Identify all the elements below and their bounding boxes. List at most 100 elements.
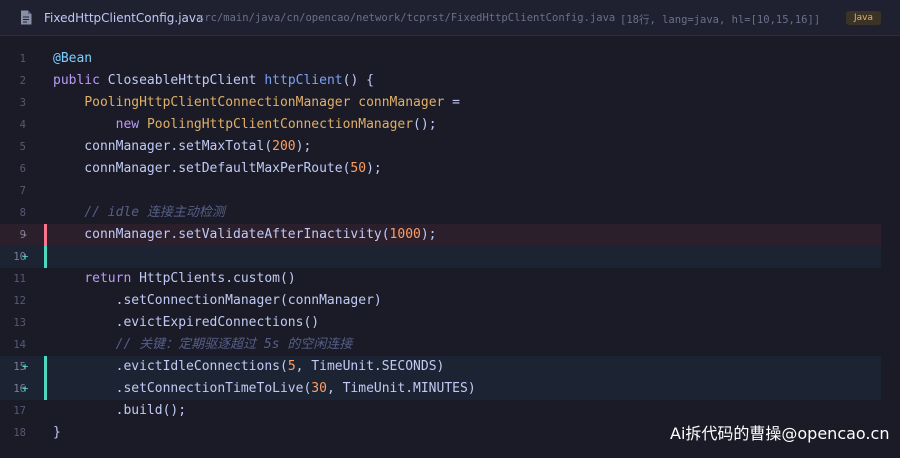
diff-mark: - [22,229,29,241]
file-path: src/main/java/cn/opencao/network/tcprst/… [198,12,616,24]
code-text: .evictIdleConnections(5, TimeUnit.SECOND… [53,356,445,378]
line-number: 13 [13,317,26,329]
code-text: @Bean [53,48,92,70]
code-token: new [115,117,140,132]
code-text: connManager.setValidateAfterInactivity(1… [53,224,437,246]
code-token: .build(); [53,403,187,418]
code-text: .evictExpiredConnections() [53,312,320,334]
code-text: connManager.setMaxTotal(200); [53,136,311,158]
code-text: PoolingHttpClientConnectionManager connM… [53,92,460,114]
code-line: 12 .setConnectionManager(connManager) [0,290,900,312]
code-token: , TimeUnit.MINUTES) [326,381,476,396]
code-token: 1000 [389,227,421,242]
code-token: .evictIdleConnections( [53,359,288,374]
code-line: 14 // 关键：定期驱逐超过 5s 的空闲连接 [0,334,900,356]
code-token: .setConnectionTimeToLive( [53,381,312,396]
code-text: connManager.setDefaultMaxPerRoute(50); [53,158,382,180]
code-text: .setConnectionTimeToLive(30, TimeUnit.MI… [53,378,476,400]
code-token: } [53,425,61,440]
line-number: 7 [19,185,26,197]
code-token: return [84,271,132,286]
added-line-marker [44,246,47,268]
code-token: 30 [311,381,327,396]
code-token: 5 [287,359,296,374]
line-number: 1 [19,53,26,65]
code-token: public [53,73,100,88]
watermark: Ai拆代码的曹操@opencao.cn [670,424,890,443]
code-token: connManager [358,95,445,110]
code-token: PoolingHttpClientConnectionManager [146,117,414,132]
code-line: 13 .evictExpiredConnections() [0,312,900,334]
code-token: ); [366,161,382,176]
code-token: @Bean [53,51,93,66]
code-token: ); [295,139,312,154]
code-token: (); [413,117,437,132]
code-token: .setConnectionManager(connManager) [53,293,382,308]
line-number: 18 [13,427,26,439]
code-token: // idle 连接主动检测 [84,205,225,220]
line-number: 4 [19,119,26,131]
code-text: .build(); [53,400,186,422]
code-line: 16 + .setConnectionTimeToLive(30, TimeUni… [0,378,881,400]
code-token: = [444,95,460,110]
code-token: connManager.setDefaultMaxPerRoute( [53,161,351,176]
code-line: 4 new PoolingHttpClientConnectionManager… [0,114,900,136]
diff-mark: + [22,251,29,263]
code-text: public CloseableHttpClient httpClient() … [53,70,374,92]
code-token: // 关键：定期驱逐超过 5s 的空闲连接 [115,337,353,352]
file-icon [20,10,32,25]
code-token: connManager.setValidateAfterInactivity( [53,227,390,242]
code-text: .setConnectionManager(connManager) [53,290,382,312]
diff-mark: + [22,383,29,395]
code-token: .evictExpiredConnections() [53,315,320,330]
line-number: 8 [19,207,26,219]
code-token: connManager.setMaxTotal( [53,139,273,154]
code-line: 10 + [0,246,881,268]
code-line: 1 @Bean [0,48,900,70]
code-token: PoolingHttpClientConnectionManager [84,95,351,110]
code-line: 5 connManager.setMaxTotal(200); [0,136,900,158]
code-line: 2 public CloseableHttpClient httpClient()… [0,70,900,92]
code-text: new PoolingHttpClientConnectionManager()… [53,114,437,136]
code-token: ); [420,227,437,242]
code-token: CloseableHttpClient [99,73,265,88]
code-text: return HttpClients.custom() [53,268,295,290]
code-view[interactable]: 1 @Bean 2 public CloseableHttpClient httpCl… [0,48,900,444]
code-token: 50 [350,161,367,176]
line-number: 6 [19,163,26,175]
line-number: 2 [19,75,26,87]
file-name[interactable]: FixedHttpClientConfig.java [44,11,203,25]
code-token: 200 [272,139,296,154]
line-number: 11 [13,273,26,285]
language-badge: Java [846,11,881,25]
code-line: 11 return HttpClients.custom() [0,268,900,290]
code-line: 3 PoolingHttpClientConnectionManager con… [0,92,900,114]
code-token: httpClient [264,73,343,88]
added-line-marker [44,356,47,378]
line-number: 17 [13,405,26,417]
code-line: 8 // idle 连接主动检测 [0,202,900,224]
added-line-marker [44,378,47,400]
editor-header: FixedHttpClientConfig.java src/main/java… [0,0,900,36]
deleted-line-marker [44,224,47,246]
code-line: 6 connManager.setDefaultMaxPerRoute(50); [0,158,900,180]
code-token: () { [342,73,374,88]
code-token: , TimeUnit.SECONDS) [295,359,445,374]
line-number: 12 [13,295,26,307]
code-line: 9- connManager.setValidateAfterInactivit… [0,224,881,246]
code-line: 17 .build(); [0,400,900,422]
line-number: 5 [19,141,26,153]
line-number: 14 [13,339,26,351]
code-line: 15 + .evictIdleConnections(5, TimeUnit.SE… [0,356,881,378]
line-number: 3 [19,97,26,109]
code-text: // 关键：定期驱逐超过 5s 的空闲连接 [53,334,353,356]
code-text: // idle 连接主动检测 [53,202,225,224]
file-meta: [18行, lang=java, hl=[10,15,16]] [620,14,821,26]
code-line: 7 [0,180,900,202]
